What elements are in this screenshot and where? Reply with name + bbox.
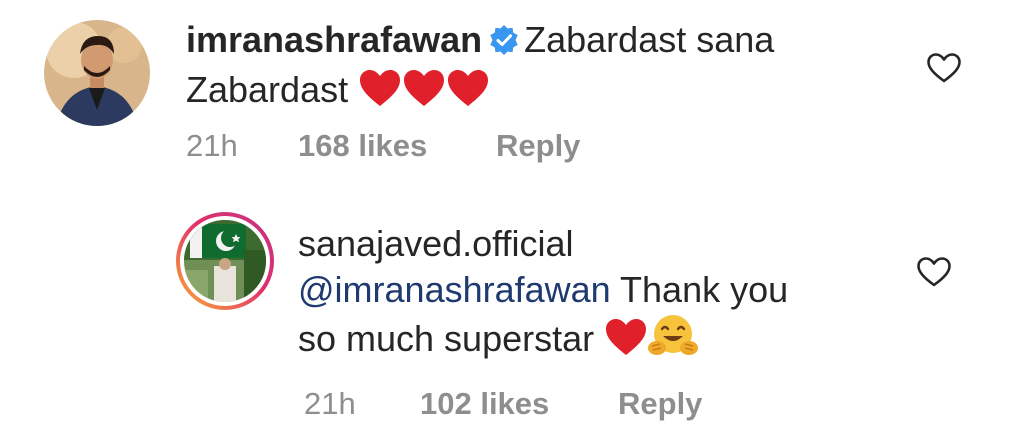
red-heart-icon (604, 317, 648, 368)
comment-2: sanajaved.official @imranashrafawan Than… (0, 190, 1024, 436)
comment-2-line-2: @imranashrafawan Thank you (298, 267, 898, 313)
avatar-imranashrafawan[interactable] (44, 20, 150, 126)
comment-1-line-2: Zabardast (186, 67, 866, 119)
comment-timestamp: 21h (304, 386, 356, 421)
comment-2-line-1: sanajaved.official (298, 221, 898, 267)
red-heart-icon (446, 68, 490, 119)
comment-username[interactable]: imranashrafawan (186, 19, 482, 60)
comment-text: Zabardast (186, 69, 349, 110)
mention-link[interactable]: @imranashrafawan (298, 269, 611, 310)
comment-timestamp: 21h (186, 128, 238, 163)
comment-1-meta: 21h 168 likes Reply (186, 128, 580, 164)
comment-1-line-1: imranashrafawan Zabardast sana (186, 17, 866, 67)
comment-username[interactable]: sanajaved.official (298, 223, 574, 264)
comment-text: Thank you (620, 269, 789, 310)
comment-2-body: sanajaved.official @imranashrafawan Than… (298, 221, 898, 370)
red-heart-icon (358, 68, 402, 119)
red-heart-icon (402, 68, 446, 119)
comment-1-body: imranashrafawan Zabardast sana Zabardast (186, 17, 866, 119)
likes-count[interactable]: 168 likes (298, 128, 496, 164)
verified-badge-icon (488, 21, 520, 67)
reply-button[interactable]: Reply (496, 128, 580, 164)
comment-text: so much superstar (298, 318, 595, 359)
comment-text: Zabardast sana (524, 19, 775, 60)
comment-2-meta: 21h 102 likes Reply (304, 386, 702, 422)
heart-outline-icon[interactable] (926, 52, 962, 89)
heart-outline-icon[interactable] (916, 256, 952, 293)
comment-1: imranashrafawan Zabardast sana Zabardast … (0, 0, 1024, 190)
hugging-face-emoji-icon (648, 313, 699, 370)
comment-2-line-3: so much superstar (298, 313, 898, 370)
avatar-sanajaved-official[interactable] (176, 212, 274, 310)
likes-count[interactable]: 102 likes (420, 386, 618, 422)
reply-button[interactable]: Reply (618, 386, 702, 422)
